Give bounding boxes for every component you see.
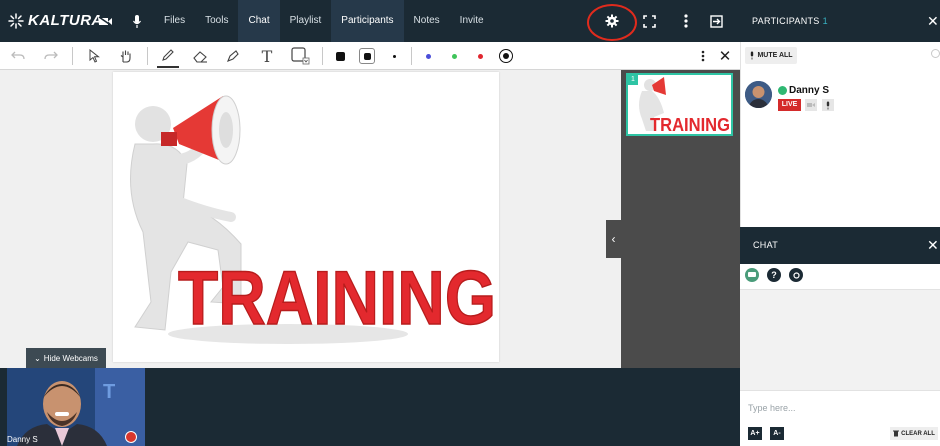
hide-webcams-label: Hide Webcams (43, 353, 98, 363)
clear-all-button[interactable]: CLEAR ALL (890, 427, 938, 440)
participant-mic-icon[interactable] (822, 99, 834, 111)
hide-webcams-button[interactable]: ⌄ Hide Webcams (26, 348, 106, 368)
toolbar-divider (147, 47, 148, 65)
mute-mic-icon (751, 51, 754, 60)
pencil-icon[interactable] (157, 44, 179, 68)
color-black-swatch[interactable] (495, 44, 517, 68)
more-options-icon[interactable] (672, 0, 700, 42)
chat-help-icon[interactable]: ? (767, 268, 781, 282)
slide-illustration: TRAINING (130, 95, 497, 344)
redo-icon[interactable] (40, 44, 62, 68)
toolbar-divider (322, 47, 323, 65)
pointer-icon[interactable] (83, 44, 105, 68)
color-green-swatch[interactable] (443, 44, 465, 68)
close-chat-icon[interactable]: ✕ (927, 237, 939, 254)
mute-all-label: MUTE ALL (757, 52, 793, 59)
kaltura-logo-icon (8, 12, 24, 29)
toolbar-more-icon[interactable] (692, 44, 714, 68)
toolbar-close-icon[interactable]: ✕ (714, 44, 736, 68)
pan-hand-icon[interactable] (115, 44, 137, 68)
fullscreen-icon[interactable] (635, 0, 663, 42)
participants-title-text: PARTICIPANTS (752, 16, 820, 26)
participant-status-icon (778, 86, 787, 95)
clear-all-label: CLEAR ALL (901, 430, 935, 437)
annotation-circle (587, 4, 637, 41)
webcam-name: Danny S (7, 435, 38, 444)
chevron-down-icon: ⌄ (34, 353, 41, 363)
svg-text:T: T (103, 381, 115, 403)
thumbnail-page-number: 1 (628, 75, 638, 85)
participants-count: 1 (822, 16, 828, 26)
toolbar-divider (411, 47, 412, 65)
color-blue-swatch[interactable] (417, 44, 439, 68)
webcam-camera-off-icon[interactable] (125, 431, 137, 443)
eraser-icon[interactable] (189, 44, 211, 68)
chevron-left-icon: ‹ (611, 232, 616, 246)
search-icon[interactable] (931, 49, 940, 58)
close-participants-icon[interactable]: ✕ (927, 13, 939, 30)
menu-playlist[interactable]: Playlist (280, 0, 332, 42)
participant-name: Danny S (789, 85, 830, 96)
font-increase-button[interactable]: A+ (748, 427, 762, 440)
highlighter-icon[interactable] (222, 44, 244, 68)
menu-invite[interactable]: Invite (450, 0, 494, 42)
thumbnail-illustration: TRAINING (639, 77, 730, 135)
menu-files[interactable]: Files (154, 0, 195, 42)
font-decrease-button[interactable]: A- (770, 427, 784, 440)
microphone-icon[interactable] (124, 0, 150, 42)
mute-all-button[interactable]: MUTE ALL (745, 47, 797, 64)
main-menu: Files Tools Chat Playlist Participants N… (154, 0, 494, 42)
participants-panel (740, 42, 940, 227)
shape-icon[interactable] (290, 44, 312, 68)
chat-input[interactable] (746, 397, 935, 419)
color-red-swatch[interactable] (469, 44, 491, 68)
menu-participants[interactable]: Participants (331, 0, 404, 42)
presentation-slide[interactable]: TRAINING (113, 72, 499, 362)
undo-icon[interactable] (7, 44, 29, 68)
slide-thumbnail[interactable]: TRAINING (626, 73, 733, 136)
camera-off-icon[interactable] (92, 0, 118, 42)
exit-icon[interactable] (702, 0, 730, 42)
chat-everyone-icon[interactable] (745, 268, 759, 282)
live-badge: LIVE (778, 99, 801, 111)
kaltura-logo: KALTURA (8, 12, 103, 29)
collapse-thumbnails-button[interactable]: ‹ (606, 220, 621, 258)
menu-chat[interactable]: Chat (238, 0, 280, 42)
toolbar-divider (72, 47, 73, 65)
thickness-large-icon[interactable] (329, 44, 351, 68)
menu-notes[interactable]: Notes (404, 0, 450, 42)
thickness-medium-icon[interactable] (356, 44, 378, 68)
slide-headline: TRAINING (178, 256, 496, 341)
chat-settings-icon[interactable] (789, 268, 803, 282)
menu-tools[interactable]: Tools (195, 0, 238, 42)
participant-camera-icon[interactable] (805, 99, 817, 111)
chat-title: CHAT (753, 240, 779, 250)
participants-panel-title: PARTICIPANTS 1 (752, 0, 828, 42)
chat-messages (740, 290, 940, 390)
thickness-small-icon[interactable] (383, 44, 405, 68)
thumbnail-headline: TRAINING (650, 115, 730, 134)
trash-icon (893, 430, 900, 437)
avatar (745, 81, 772, 108)
text-icon[interactable]: T (256, 44, 278, 68)
